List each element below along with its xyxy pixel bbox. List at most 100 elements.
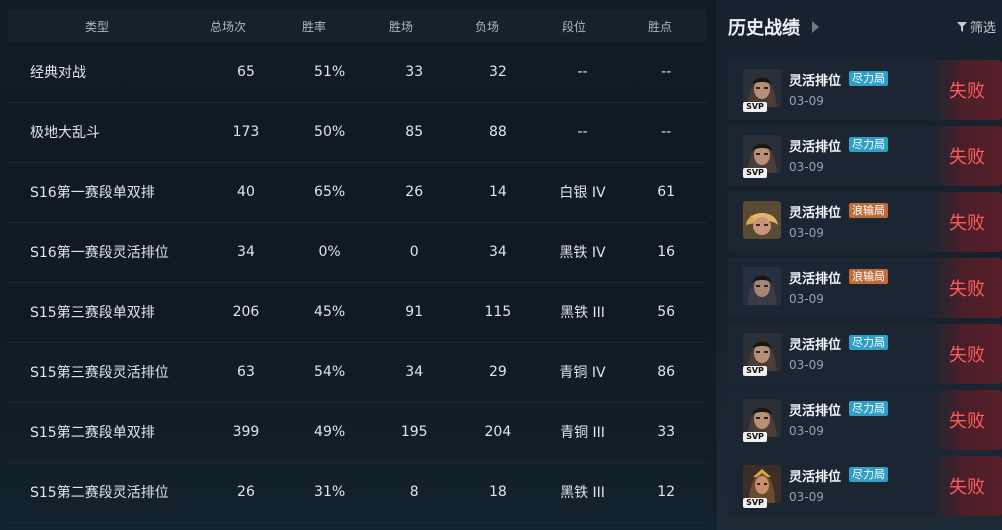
match-date: 03-09	[789, 424, 824, 438]
cell-rank: 白银 IV	[559, 185, 606, 201]
cell-losses: 34	[488, 244, 507, 260]
cell-rank: 青铜 III	[560, 425, 605, 441]
match-card[interactable]: 灵活排位 浪输局 03-09 失败	[728, 192, 1002, 252]
match-card[interactable]: 灵活排位 浪输局 03-09 失败	[728, 258, 1002, 318]
chevron-right-icon[interactable]	[812, 21, 819, 33]
cell-wins: 8	[409, 484, 419, 500]
match-date: 03-09	[789, 490, 824, 504]
table-row[interactable]: S16第一赛段灵活排位 34 0% 0 34 黑铁 IV 16	[8, 222, 707, 283]
svp-badge: SVP	[743, 168, 767, 178]
match-date: 03-09	[789, 160, 824, 174]
header-type: 类型	[84, 19, 109, 34]
table-row[interactable]: S15第三赛段灵活排位 63 54% 34 29 青铜 IV 86	[8, 342, 707, 403]
cell-total: 40	[237, 184, 255, 200]
cell-type: S15第三赛段灵活排位	[30, 365, 169, 381]
cell-losses: 88	[488, 124, 507, 140]
filter-label: 筛选	[969, 21, 996, 36]
match-card[interactable]: SVP 灵活排位 尽力局 03-09 失败	[728, 60, 1002, 120]
match-history-panel: 历史战绩 筛选 SVP 灵活排位 尽力局 03-09 失败 SVP 灵活排位 尽…	[716, 0, 1002, 530]
match-result: 失败	[932, 60, 1002, 120]
match-date: 03-09	[789, 226, 824, 240]
blonde-champion-portrait-icon	[743, 201, 781, 239]
cell-losses: 29	[488, 364, 507, 380]
champion-avatar	[743, 201, 781, 239]
table-row[interactable]: S16第一赛段单双排 40 65% 26 14 白银 IV 61	[8, 162, 707, 223]
cell-lp: 16	[657, 244, 676, 260]
cell-type: S15第三赛段单双排	[30, 305, 155, 321]
cell-winrate: 31%	[314, 484, 346, 500]
table-row[interactable]: S15第二赛段单双排 399 49% 195 204 青铜 III 33	[8, 402, 707, 463]
cell-winrate: 65%	[314, 184, 346, 200]
header-rank: 段位	[561, 19, 586, 34]
match-mode: 灵活排位	[789, 140, 842, 155]
cell-winrate: 0%	[318, 244, 341, 260]
match-card[interactable]: SVP 灵活排位 尽力局 03-09 失败	[728, 324, 1002, 384]
cell-lp: 61	[657, 184, 676, 200]
match-tag: 浪输局	[849, 269, 888, 284]
table-row[interactable]: 极地大乱斗 173 50% 85 88 -- --	[8, 102, 707, 163]
cell-wins: 85	[405, 124, 424, 140]
header-win-rate: 胜率	[301, 19, 326, 34]
match-date: 03-09	[789, 94, 824, 108]
cell-wins: 34	[405, 364, 424, 380]
filter-button[interactable]: 筛选	[956, 17, 996, 36]
match-mode: 灵活排位	[789, 404, 842, 419]
match-mode: 灵活排位	[789, 206, 842, 221]
match-result: 失败	[932, 126, 1002, 186]
match-result: 失败	[932, 192, 1002, 252]
header-lp: 胜点	[647, 19, 672, 34]
cell-losses: 115	[484, 304, 512, 320]
cell-total: 173	[232, 124, 260, 140]
cell-rank: --	[577, 64, 588, 80]
match-mode: 灵活排位	[789, 470, 842, 485]
cell-winrate: 45%	[314, 304, 346, 320]
header-losses: 负场	[474, 19, 499, 34]
table-row[interactable]: S15第三赛段单双排 206 45% 91 115 黑铁 III 56	[8, 282, 707, 343]
cell-winrate: 49%	[314, 424, 346, 440]
match-card[interactable]: SVP 灵活排位 尽力局 03-09 失败	[728, 456, 1002, 516]
cell-lp: --	[661, 124, 672, 140]
cell-losses: 204	[484, 424, 512, 440]
cell-rank: 黑铁 III	[560, 485, 605, 501]
svp-badge: SVP	[743, 432, 767, 442]
match-card[interactable]: SVP 灵活排位 尽力局 03-09 失败	[728, 126, 1002, 186]
cell-winrate: 54%	[314, 364, 346, 380]
svp-badge: SVP	[743, 498, 767, 508]
match-card[interactable]: SVP 灵活排位 尽力局 03-09 失败	[728, 390, 1002, 450]
match-tag: 尽力局	[849, 137, 888, 152]
svp-badge: SVP	[743, 102, 767, 112]
cell-type: 极地大乱斗	[30, 125, 100, 141]
match-history-title[interactable]: 历史战绩	[728, 14, 800, 40]
cell-wins: 0	[409, 244, 419, 260]
cell-lp: --	[661, 64, 672, 80]
table-row[interactable]: S15第二赛段灵活排位 26 31% 8 18 黑铁 III 12	[8, 462, 707, 523]
cell-losses: 18	[488, 484, 507, 500]
cell-total: 399	[232, 424, 260, 440]
cell-winrate: 50%	[314, 124, 346, 140]
cell-wins: 26	[405, 184, 424, 200]
cell-wins: 91	[405, 304, 424, 320]
cell-rank: 黑铁 III	[560, 305, 605, 321]
match-date: 03-09	[789, 358, 824, 372]
stats-table-header: 类型 总场次 胜率 胜场 负场 段位 胜点	[8, 10, 707, 42]
cell-winrate: 51%	[314, 64, 346, 80]
match-tag: 尽力局	[849, 467, 888, 482]
header-wins: 胜场	[388, 19, 413, 34]
table-row[interactable]: 经典对战 65 51% 33 32 -- --	[8, 42, 707, 103]
match-date: 03-09	[789, 292, 824, 306]
cell-type: S16第一赛段单双排	[30, 185, 155, 201]
cell-lp: 33	[657, 424, 676, 440]
cell-total: 65	[237, 64, 255, 80]
match-tag: 浪输局	[849, 203, 888, 218]
match-tag: 尽力局	[849, 335, 888, 350]
match-mode: 灵活排位	[789, 74, 842, 89]
cell-lp: 12	[657, 484, 676, 500]
cell-total: 206	[232, 304, 260, 320]
cell-total: 63	[237, 364, 255, 380]
match-tag: 尽力局	[849, 401, 888, 416]
cell-rank: 黑铁 IV	[559, 245, 606, 261]
match-tag: 尽力局	[849, 71, 888, 86]
header-total-games: 总场次	[209, 19, 246, 34]
cell-type: 经典对战	[30, 65, 86, 81]
match-mode: 灵活排位	[789, 272, 842, 287]
